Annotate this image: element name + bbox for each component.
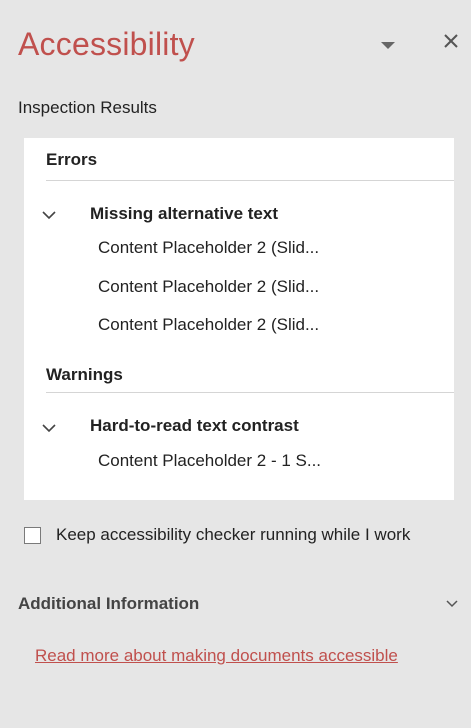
additional-information-heading[interactable]: Additional Information bbox=[18, 594, 199, 614]
warnings-divider bbox=[46, 392, 454, 393]
keep-running-label[interactable]: Keep accessibility checker running while… bbox=[56, 522, 436, 548]
text-contrast-issue[interactable]: Hard-to-read text contrast bbox=[90, 416, 299, 436]
error-item[interactable]: Content Placeholder 2 (Slid... bbox=[98, 315, 319, 335]
error-item[interactable]: Content Placeholder 2 (Slid... bbox=[98, 277, 319, 297]
inspection-results-list: Errors Missing alternative text Content … bbox=[24, 138, 454, 500]
errors-heading: Errors bbox=[46, 150, 98, 169]
close-icon[interactable] bbox=[440, 30, 462, 52]
accessibility-pane: Accessibility Inspection Results Errors … bbox=[0, 0, 471, 728]
chevron-down-icon[interactable] bbox=[42, 210, 56, 220]
errors-divider bbox=[46, 180, 454, 181]
warning-item[interactable]: Content Placeholder 2 - 1 S... bbox=[98, 451, 321, 471]
error-item[interactable]: Content Placeholder 2 (Slid... bbox=[98, 238, 319, 258]
pane-title: Accessibility bbox=[18, 26, 195, 62]
chevron-down-icon[interactable] bbox=[446, 600, 458, 608]
missing-alt-text-issue[interactable]: Missing alternative text bbox=[90, 204, 278, 224]
read-more-link[interactable]: Read more about making documents accessi… bbox=[35, 642, 455, 670]
keep-running-checkbox[interactable] bbox=[24, 527, 41, 544]
chevron-down-icon[interactable] bbox=[42, 423, 56, 433]
pane-options-icon[interactable] bbox=[381, 42, 395, 49]
warnings-heading: Warnings bbox=[46, 365, 123, 384]
inspection-results-label: Inspection Results bbox=[18, 98, 157, 117]
